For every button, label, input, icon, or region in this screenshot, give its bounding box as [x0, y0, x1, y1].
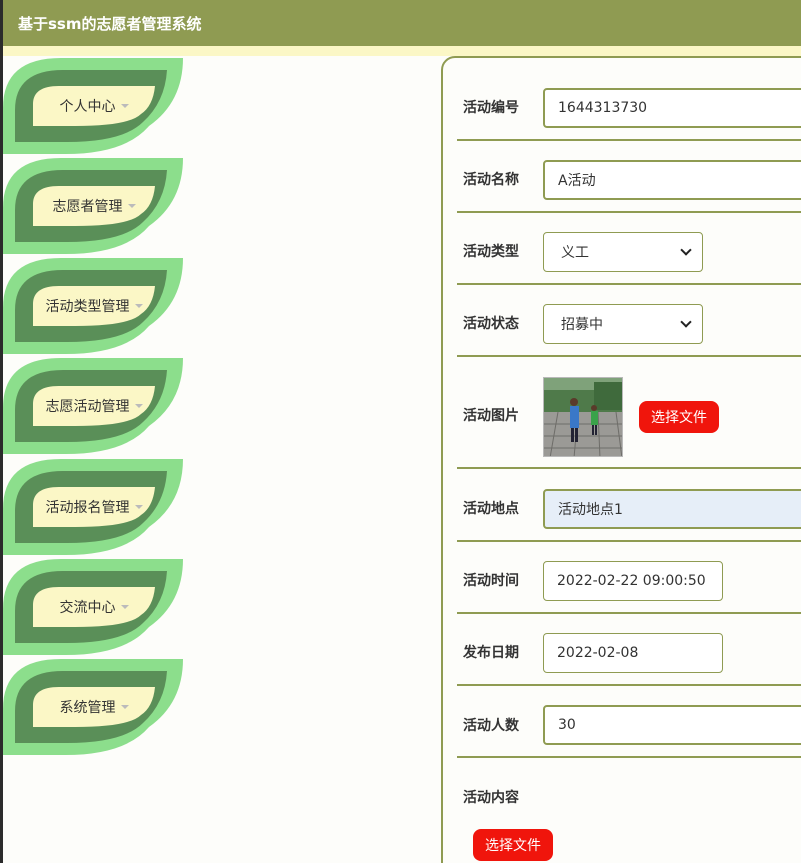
sidebar-item[interactable]: 志愿者管理 [3, 156, 183, 256]
activity-image-thumbnail [543, 377, 623, 457]
caret-down-icon [134, 505, 143, 509]
sidebar-item-label[interactable]: 志愿者管理 [33, 188, 155, 224]
chevron-down-icon [680, 316, 692, 328]
sidebar-item[interactable]: 交流中心 [3, 557, 183, 657]
sidebar-item-label[interactable]: 活动类型管理 [33, 288, 155, 324]
sidebar-item-text: 志愿者管理 [52, 199, 123, 215]
activity-no-value: 1644313730 [558, 100, 648, 116]
label-activity-type: 活动类型 [463, 244, 519, 260]
choose-image-file-button[interactable]: 选择文件 [639, 401, 719, 433]
sidebar-item-text: 交流中心 [59, 600, 116, 616]
row-divider [457, 211, 801, 213]
caret-down-icon [134, 404, 143, 408]
activity-type-select[interactable]: 义工 [543, 232, 703, 272]
sidebar-item-label[interactable]: 活动报名管理 [33, 489, 155, 525]
activity-type-selected: 义工 [561, 245, 589, 261]
sidebar-item[interactable]: 活动类型管理 [3, 256, 183, 356]
caret-down-icon [127, 204, 136, 208]
activity-place-input[interactable]: 活动地点1 [543, 489, 801, 529]
sidebar-item[interactable]: 活动报名管理 [3, 457, 183, 557]
label-activity-no: 活动编号 [463, 100, 519, 116]
activity-status-selected: 招募中 [561, 317, 603, 333]
activity-no-input[interactable]: 1644313730 [543, 88, 801, 128]
label-publish-date: 发布日期 [463, 645, 519, 661]
sidebar-item-text: 活动报名管理 [45, 500, 130, 516]
sidebar-item[interactable]: 个人中心 [3, 56, 183, 156]
publish-date-value: 2022-02-08 [557, 645, 639, 661]
activity-name-value: A活动 [558, 173, 596, 189]
caret-down-icon [120, 104, 129, 108]
sidebar-item-label[interactable]: 系统管理 [33, 689, 155, 725]
sidebar-item-label[interactable]: 志愿活动管理 [33, 388, 155, 424]
label-activity-name: 活动名称 [463, 172, 519, 188]
label-activity-count: 活动人数 [463, 718, 519, 734]
header-bar: 基于ssm的志愿者管理系统 [3, 0, 801, 46]
row-divider [457, 467, 801, 469]
publish-date-input[interactable]: 2022-02-08 [543, 633, 723, 673]
activity-status-select[interactable]: 招募中 [543, 304, 703, 344]
row-divider [457, 139, 801, 141]
row-divider [457, 756, 801, 758]
choose-content-file-button[interactable]: 选择文件 [473, 829, 553, 861]
row-divider [457, 283, 801, 285]
header-strip [3, 46, 801, 56]
sidebar-item-text: 志愿活动管理 [45, 399, 130, 415]
label-activity-content: 活动内容 [463, 790, 519, 806]
app-title: 基于ssm的志愿者管理系统 [18, 14, 202, 33]
sidebar-item-text: 活动类型管理 [45, 299, 130, 315]
label-activity-image: 活动图片 [463, 408, 519, 424]
sidebar-item[interactable]: 志愿活动管理 [3, 356, 183, 456]
sidebar-item-label[interactable]: 交流中心 [33, 589, 155, 625]
activity-time-input[interactable]: 2022-02-22 09:00:50 [543, 561, 723, 601]
activity-count-input[interactable]: 30 [543, 705, 801, 745]
sidebar-item-text: 系统管理 [59, 700, 116, 716]
activity-count-value: 30 [558, 717, 576, 733]
activity-name-input[interactable]: A活动 [543, 160, 801, 200]
sidebar-item[interactable]: 系统管理 [3, 657, 183, 757]
activity-place-value: 活动地点1 [558, 502, 623, 518]
row-divider [457, 684, 801, 686]
label-activity-place: 活动地点 [463, 501, 519, 517]
row-divider [457, 612, 801, 614]
caret-down-icon [134, 304, 143, 308]
row-divider [457, 355, 801, 357]
row-divider [457, 540, 801, 542]
label-activity-time: 活动时间 [463, 573, 519, 589]
caret-down-icon [120, 705, 129, 709]
sidebar-item-text: 个人中心 [59, 99, 116, 115]
chevron-down-icon [680, 244, 692, 256]
sidebar-item-label[interactable]: 个人中心 [33, 88, 155, 124]
label-activity-status: 活动状态 [463, 316, 519, 332]
caret-down-icon [120, 605, 129, 609]
activity-time-value: 2022-02-22 09:00:50 [557, 573, 706, 589]
